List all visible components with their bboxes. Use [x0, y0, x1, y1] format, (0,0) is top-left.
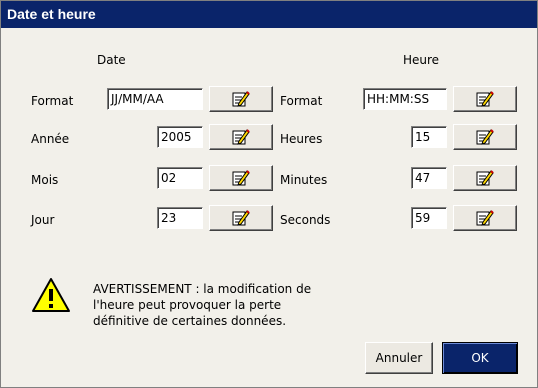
warning-line: l'heure peut provoquer la perte [93, 298, 282, 312]
edit-minutes-button[interactable] [453, 165, 517, 191]
minutes-field[interactable]: 47 [411, 167, 447, 189]
edit-hours-button[interactable] [453, 124, 517, 150]
warning-line: définitive de certaines données. [93, 314, 287, 328]
edit-time-format-button[interactable] [453, 86, 517, 112]
edit-date-format-button[interactable] [209, 86, 273, 112]
time-format-label: Format [280, 94, 323, 108]
edit-icon [475, 169, 495, 187]
warning-line: AVERTISSEMENT : la modification de [93, 282, 312, 296]
edit-seconds-button[interactable] [453, 205, 517, 231]
edit-icon [231, 209, 251, 227]
day-field[interactable]: 23 [157, 207, 203, 229]
edit-icon [475, 128, 495, 146]
hours-label: Heures [280, 132, 323, 146]
edit-icon [231, 128, 251, 146]
seconds-label: Seconds [280, 213, 331, 227]
ok-button[interactable]: OK [442, 342, 518, 374]
seconds-field[interactable]: 59 [411, 207, 447, 229]
edit-year-button[interactable] [209, 124, 273, 150]
date-format-field[interactable]: JJ/MM/AA [107, 88, 203, 110]
month-label: Mois [31, 173, 59, 187]
year-field[interactable]: 2005 [157, 126, 203, 148]
warning-message: AVERTISSEMENT : la modification de l'heu… [93, 281, 353, 329]
warning-icon [31, 277, 71, 313]
cancel-button[interactable]: Annuler [365, 342, 433, 374]
date-format-label: Format [31, 94, 74, 108]
edit-day-button[interactable] [209, 205, 273, 231]
edit-icon [475, 209, 495, 227]
date-time-dialog: Date et heure Date Heure Format JJ/MM/AA… [0, 0, 538, 388]
dialog-title: Date et heure [1, 1, 537, 28]
edit-icon [475, 90, 495, 108]
edit-month-button[interactable] [209, 165, 273, 191]
month-field[interactable]: 02 [157, 167, 203, 189]
edit-icon [231, 169, 251, 187]
minutes-label: Minutes [280, 173, 328, 187]
hours-field[interactable]: 15 [411, 126, 447, 148]
time-format-field[interactable]: HH:MM:SS [363, 88, 447, 110]
date-heading: Date [97, 53, 126, 67]
time-heading: Heure [403, 53, 440, 67]
edit-icon [231, 90, 251, 108]
day-label: Jour [31, 213, 55, 227]
year-label: Année [31, 132, 70, 146]
